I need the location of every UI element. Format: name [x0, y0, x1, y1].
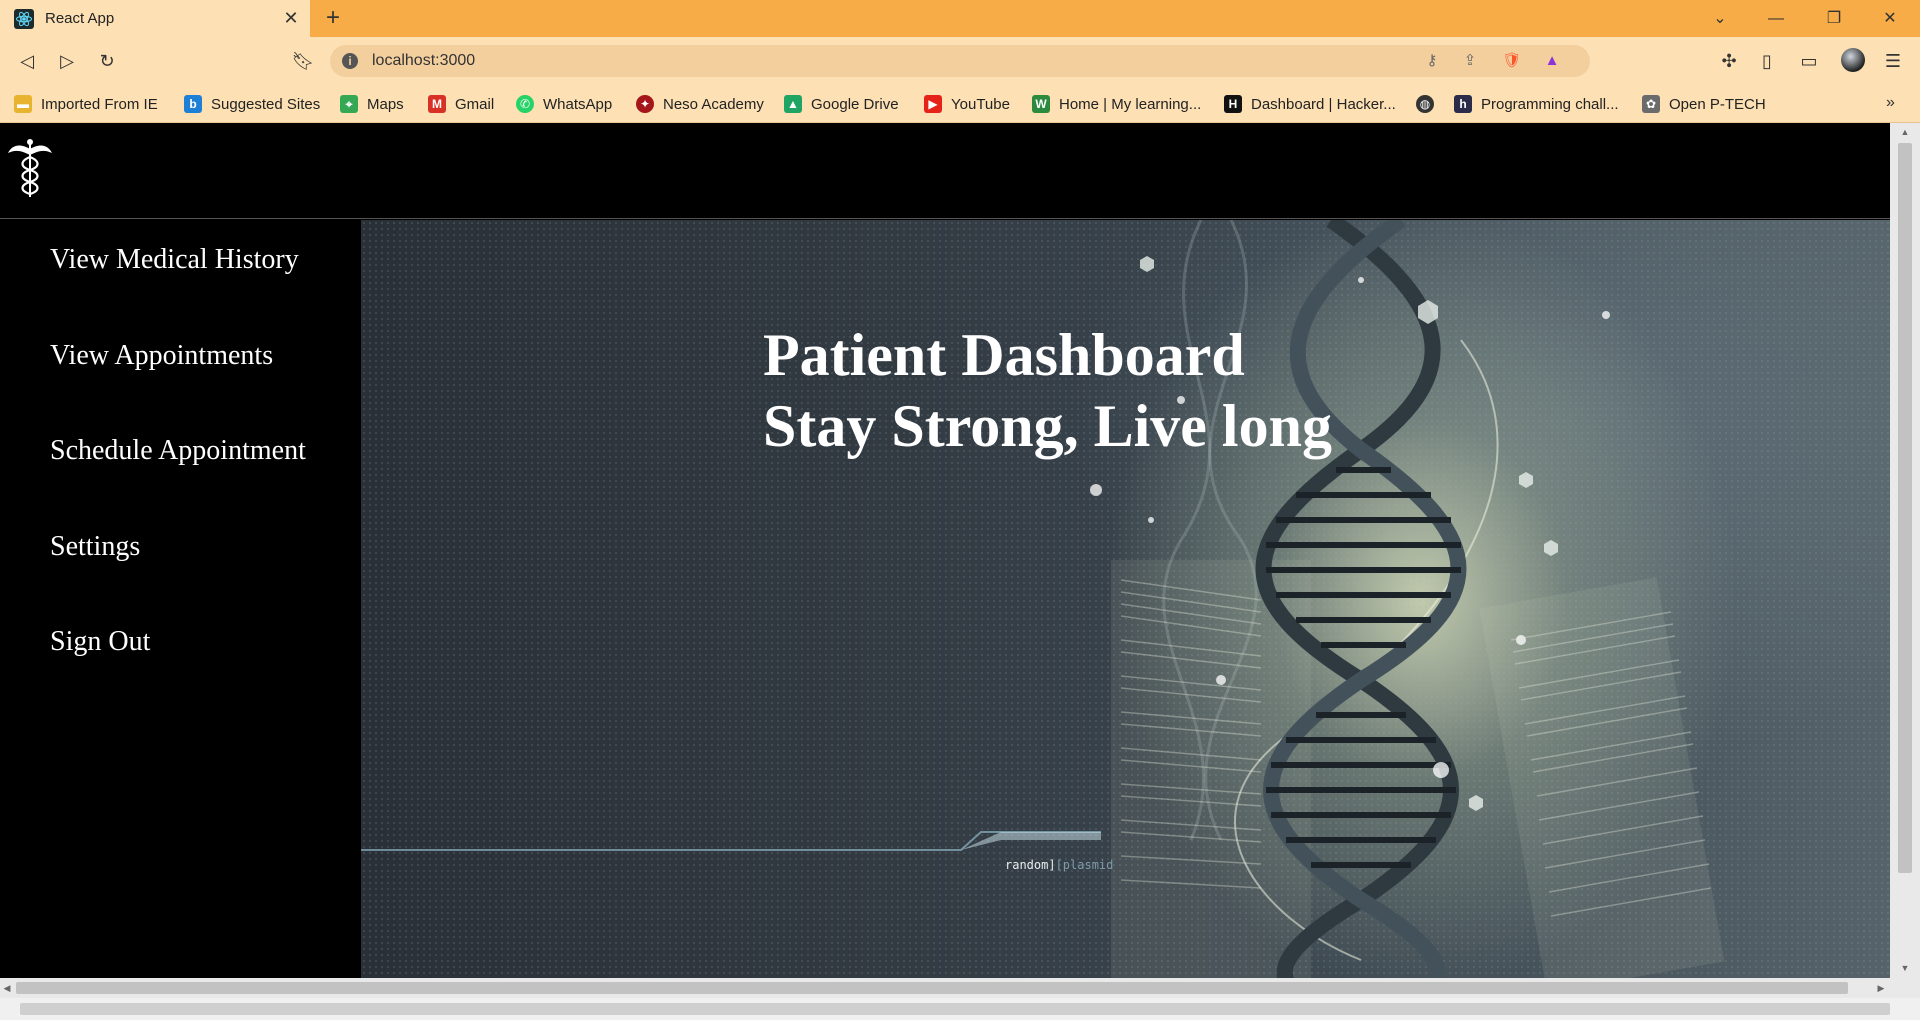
tab-title: React App	[45, 10, 115, 27]
vertical-scroll-thumb[interactable]	[1898, 143, 1912, 873]
bookmark-suggested-sites[interactable]: b Suggested Sites	[184, 94, 320, 114]
chevron-right-icon[interactable]: »	[1886, 94, 1895, 112]
minimize-icon[interactable]: —	[1762, 6, 1790, 32]
brave-shield-icon[interactable]: 🛡︎	[1502, 51, 1522, 71]
forward-icon[interactable]: ▷	[54, 48, 80, 74]
hero-banner: Patient Dashboard Stay Strong, Live long…	[361, 220, 1890, 978]
image-watermark: random][plasmid	[1005, 858, 1114, 872]
bookmark-icon[interactable]: 🔖︎	[290, 48, 316, 74]
share-icon[interactable]: ⇪	[1460, 51, 1480, 71]
scroll-right-icon[interactable]: ▶	[1874, 981, 1888, 995]
gmail-icon: M	[428, 95, 446, 113]
tab-bar: React App ✕ + ⌄ — ❐ ✕	[0, 0, 1920, 37]
bookmark-youtube[interactable]: ▶ YouTube	[924, 94, 1010, 114]
sidebar-item-sign-out[interactable]: Sign Out	[50, 626, 150, 658]
window-close-icon[interactable]: ✕	[1876, 6, 1904, 32]
w-icon: W	[1032, 95, 1050, 113]
title-line-2: Stay Strong, Live long	[763, 393, 1332, 459]
address-bar[interactable]: i localhost:3000 ⚷ ⇪ 🛡︎ ▲	[330, 45, 1590, 77]
scroll-down-icon[interactable]: ▼	[1898, 961, 1912, 975]
bookmarks-bar: ▬ Imported From IE b Suggested Sites ⌖ Maps…	[0, 85, 1920, 123]
bookmark-google-drive[interactable]: ▲ Google Drive	[784, 94, 899, 114]
reload-icon[interactable]: ↻	[94, 48, 120, 74]
drive-icon: ▲	[784, 95, 802, 113]
rewards-icon[interactable]: ▲	[1542, 51, 1562, 71]
globe-icon: ◍	[1416, 95, 1434, 113]
plus-icon[interactable]: +	[320, 6, 346, 32]
puzzle-icon[interactable]: ✣	[1716, 48, 1742, 74]
hackerrank-icon: H	[1224, 95, 1242, 113]
bookmark-programming-chall[interactable]: h Programming chall...	[1454, 94, 1619, 114]
chevron-down-icon[interactable]: ⌄	[1706, 6, 1734, 32]
h-icon: h	[1454, 95, 1472, 113]
bookmark-gmail[interactable]: M Gmail	[428, 94, 494, 114]
folder-icon: ▬	[14, 95, 32, 113]
outer-horizontal-scrollbar[interactable]	[0, 998, 1920, 1020]
scroll-corner	[1890, 978, 1920, 998]
sidebar-item-schedule-appointment[interactable]: Schedule Appointment	[50, 435, 306, 467]
bookmark-imported-from-ie[interactable]: ▬ Imported From IE	[14, 94, 158, 114]
bookmark-neso-academy[interactable]: ✦ Neso Academy	[636, 94, 764, 114]
bing-icon: b	[184, 95, 202, 113]
app-header	[0, 123, 1890, 219]
browser-toolbar: ◁ ▷ ↻ 🔖︎ i localhost:3000 ⚷ ⇪ 🛡︎ ▲ ✣ ▯ ▭…	[0, 37, 1920, 85]
scroll-up-icon[interactable]: ▲	[1898, 125, 1912, 139]
vertical-scrollbar[interactable]: ▲ ▼	[1890, 123, 1920, 978]
scroll-left-icon[interactable]: ◀	[0, 981, 14, 995]
neso-icon: ✦	[636, 95, 654, 113]
caduceus-logo[interactable]	[6, 137, 54, 199]
horizontal-scrollbar[interactable]: ◀ ▶	[0, 978, 1890, 998]
bookmark-open-p-tech[interactable]: ✿ Open P-TECH	[1642, 94, 1766, 114]
menu-icon[interactable]: ☰	[1880, 48, 1906, 74]
outer-horizontal-scroll-thumb[interactable]	[20, 1003, 1890, 1015]
info-icon[interactable]: i	[342, 53, 358, 69]
sidebar-icon[interactable]: ▯	[1754, 48, 1780, 74]
ptech-icon: ✿	[1642, 95, 1660, 113]
back-icon[interactable]: ◁	[14, 48, 40, 74]
bookmark-home-my-learning[interactable]: W Home | My learning...	[1032, 94, 1201, 114]
browser-tab[interactable]: React App ✕	[0, 0, 310, 37]
hero-title: Patient Dashboard Stay Strong, Live long	[763, 320, 1332, 462]
wallet-icon[interactable]: ▭	[1796, 48, 1822, 74]
title-line-1: Patient Dashboard	[763, 322, 1245, 388]
app-page: View Medical History View Appointments S…	[0, 123, 1890, 978]
youtube-icon: ▶	[924, 95, 942, 113]
sidebar-item-view-appointments[interactable]: View Appointments	[50, 340, 273, 372]
bookmark-maps[interactable]: ⌖ Maps	[340, 94, 404, 114]
bookmark-whatsapp[interactable]: ✆ WhatsApp	[516, 94, 612, 114]
horizontal-scroll-thumb[interactable]	[16, 982, 1848, 994]
url-text[interactable]: localhost:3000	[372, 52, 475, 70]
bookmark-globe[interactable]: ◍	[1416, 94, 1443, 114]
sidebar-item-view-medical-history[interactable]: View Medical History	[50, 244, 299, 276]
key-icon[interactable]: ⚷	[1422, 51, 1442, 71]
bookmark-dashboard-hacker[interactable]: H Dashboard | Hacker...	[1224, 94, 1396, 114]
restore-icon[interactable]: ❐	[1820, 6, 1848, 32]
react-icon	[14, 9, 34, 29]
sidebar-item-settings[interactable]: Settings	[50, 531, 140, 563]
sidebar: View Medical History View Appointments S…	[0, 220, 361, 978]
whatsapp-icon: ✆	[516, 95, 534, 113]
maps-icon: ⌖	[340, 95, 358, 113]
close-icon[interactable]: ✕	[282, 9, 300, 27]
profile-avatar[interactable]	[1840, 48, 1866, 74]
